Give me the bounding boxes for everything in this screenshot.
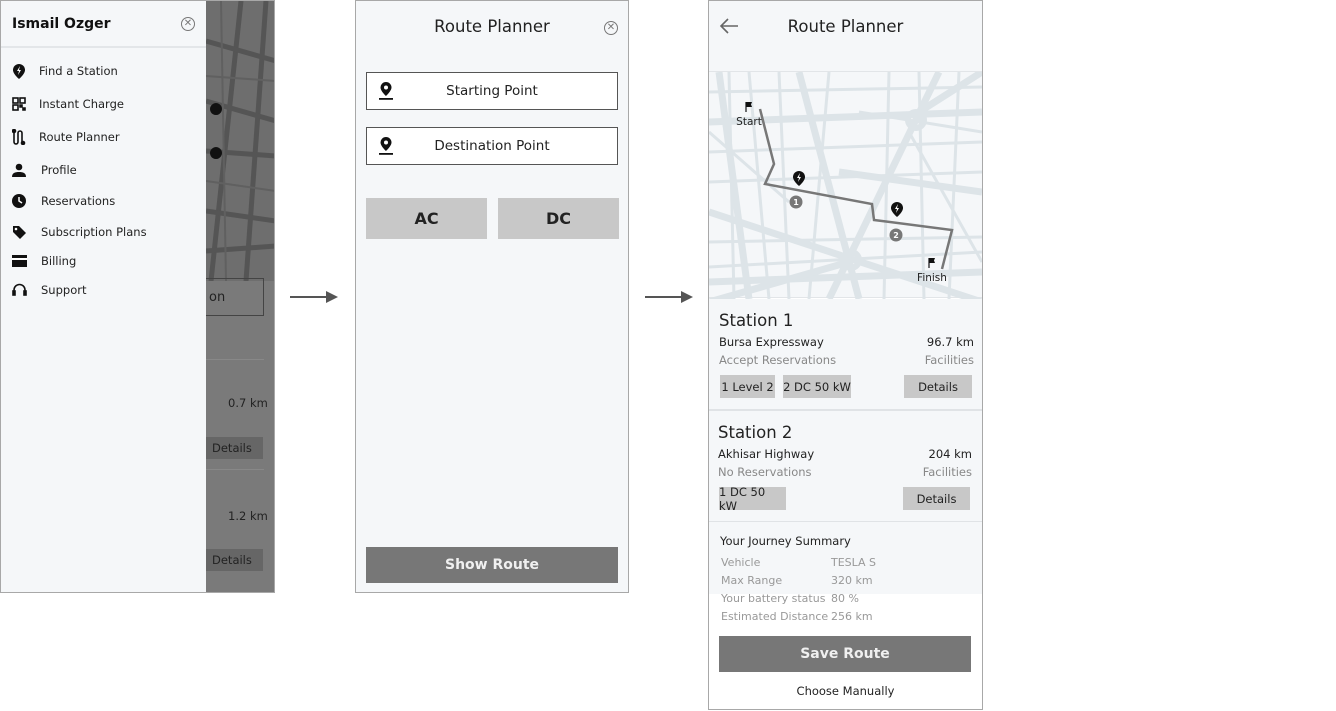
location-pin-icon [379, 137, 393, 155]
stop-badge-2: 2 [893, 231, 899, 240]
summary-value: 256 km [831, 610, 873, 623]
person-icon [11, 162, 27, 178]
menu-item-reservations[interactable]: Reservations [11, 193, 115, 209]
details-button[interactable]: Details [206, 549, 263, 571]
menu-item-subscription-plans[interactable]: Subscription Plans [11, 224, 147, 240]
choose-manually-link[interactable]: Choose Manually [709, 684, 982, 698]
station-distance: 96.7 km [926, 335, 974, 349]
station-pin-icon [891, 202, 903, 217]
details-button[interactable]: Details [903, 487, 970, 510]
facilities-link[interactable]: Facilities [925, 353, 974, 367]
dc-button[interactable]: DC [498, 198, 619, 239]
station-road: Akhisar Highway [718, 447, 815, 461]
destination-point-input[interactable]: Destination Point [366, 127, 618, 165]
route-icon [11, 129, 27, 145]
side-drawer: Ismail Ozger ✕ Find a Station Instant Ch… [1, 1, 206, 592]
menu-item-billing[interactable]: Billing [11, 253, 76, 269]
charging-pin-icon [11, 63, 27, 79]
summary-label: Max Range [721, 574, 783, 587]
stop-badge-1: 1 [793, 198, 799, 207]
start-label: Start [736, 116, 762, 128]
route-map[interactable]: 1 2 Start Finish [709, 71, 982, 299]
summary-value: 80 % [831, 592, 859, 605]
station-road: Bursa Expressway [719, 335, 824, 349]
summary-label: Estimated Distance [721, 610, 829, 623]
clock-icon [11, 193, 27, 209]
tag-icon [11, 224, 27, 240]
connector-chip: 2 DC 50 kW [783, 375, 851, 398]
facilities-link[interactable]: Facilities [923, 465, 972, 479]
summary-heading: Your Journey Summary [720, 534, 851, 548]
distance-text: 1.2 km [228, 509, 268, 523]
qr-code-icon [11, 96, 27, 112]
connector-chip: 1 DC 50 kW [719, 485, 786, 513]
menu-item-instant-charge[interactable]: Instant Charge [11, 96, 124, 112]
station-title: Station 2 [718, 423, 793, 442]
ac-button[interactable]: AC [366, 198, 487, 239]
details-button[interactable]: Details [904, 375, 972, 398]
menu-item-find-station[interactable]: Find a Station [11, 63, 118, 79]
route-result-screen: Route Planner 1 2 Start Finish Station 1… [708, 0, 983, 710]
menu-item-profile[interactable]: Profile [11, 162, 77, 178]
menu-item-support[interactable]: Support [11, 282, 86, 298]
location-pin-icon [379, 82, 393, 100]
route-planner-screen: Route Planner ✕ Starting Point Destinati… [355, 0, 629, 593]
station-pin-icon [793, 171, 805, 186]
page-title: Route Planner [434, 17, 550, 36]
user-name: Ismail Ozger [12, 15, 111, 32]
details-button[interactable]: Details [206, 437, 263, 459]
finish-flag-icon [928, 258, 935, 268]
headset-icon [11, 282, 27, 298]
card-icon [11, 253, 27, 269]
station-distance: 204 km [928, 447, 972, 461]
close-icon[interactable]: ✕ [604, 21, 618, 35]
starting-point-input[interactable]: Starting Point [366, 72, 618, 110]
reservation-status: No Reservations [718, 465, 812, 479]
finish-label: Finish [917, 272, 947, 284]
dark-map [206, 1, 274, 281]
station-title: Station 1 [719, 311, 794, 330]
distance-text: 0.7 km [228, 396, 268, 410]
show-route-button[interactable]: Show Route [366, 547, 618, 583]
reservation-status: Accept Reservations [719, 353, 837, 367]
menu-item-route-planner[interactable]: Route Planner [11, 129, 120, 145]
summary-value: TESLA S [831, 556, 877, 569]
arrow-right-icon [645, 291, 693, 303]
summary-label: Your battery status [721, 592, 826, 605]
summary-value: 320 km [831, 574, 873, 587]
menu-screen: on 0.7 km Details 1.2 km Details Ismail … [0, 0, 275, 593]
page-title: Route Planner [787, 17, 904, 36]
save-route-button[interactable]: Save Route [719, 636, 971, 672]
connector-chip: 1 Level 2 [720, 375, 775, 398]
arrow-right-icon [290, 291, 338, 303]
station-card[interactable]: Station 1 Bursa Expressway 96.7 km Accep… [709, 299, 982, 411]
station-card[interactable]: Station 2 Akhisar Highway 204 km No Rese… [709, 411, 982, 523]
background-content: on 0.7 km Details 1.2 km Details [186, 1, 274, 592]
summary-label: Vehicle [721, 556, 761, 569]
close-icon[interactable]: ✕ [181, 16, 195, 31]
